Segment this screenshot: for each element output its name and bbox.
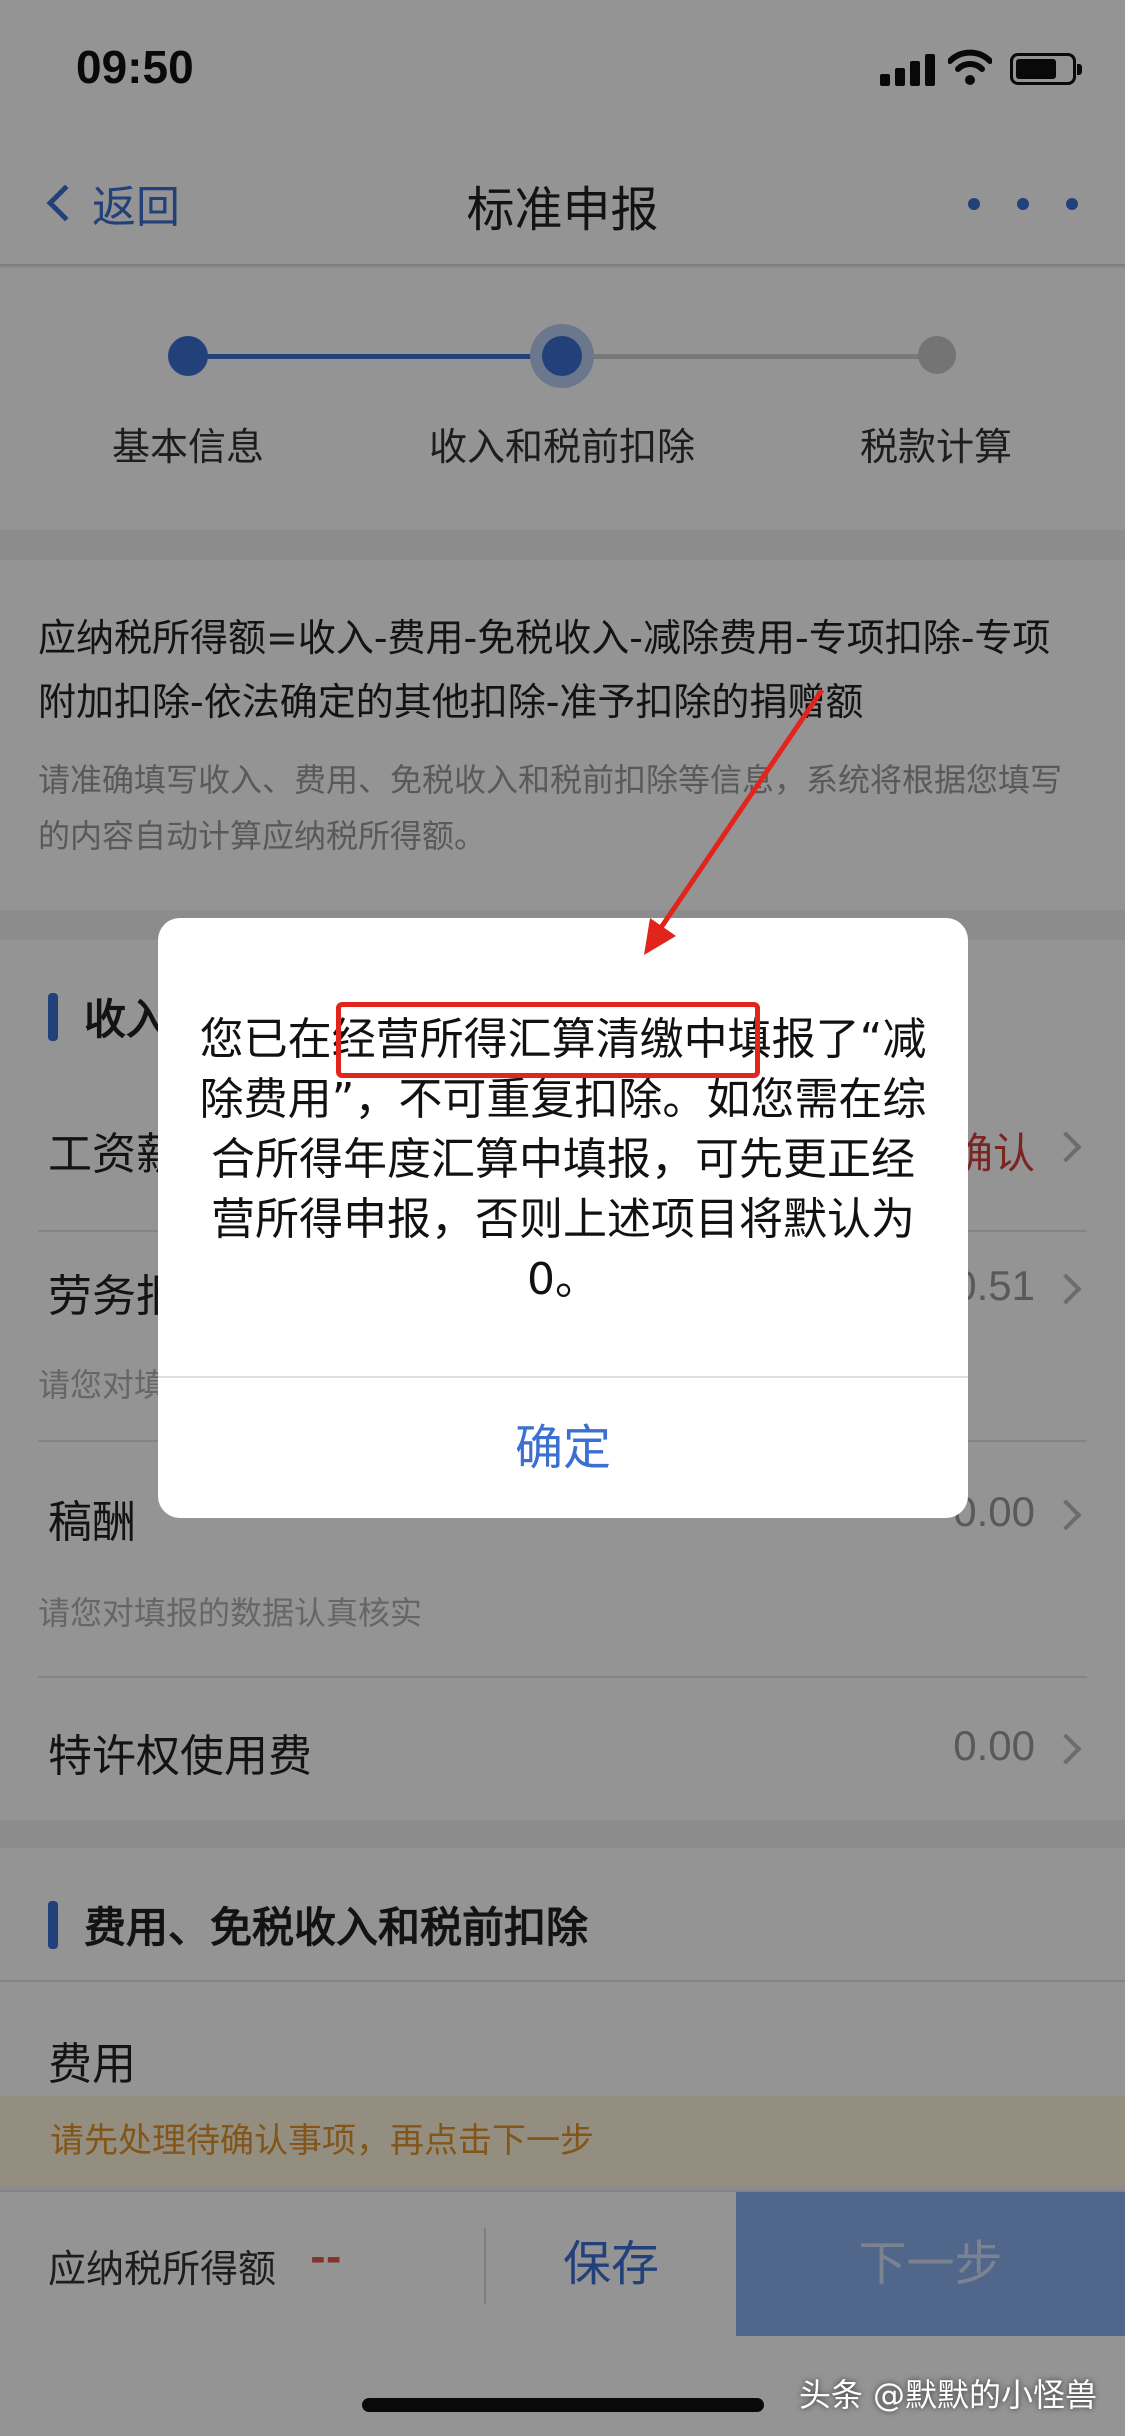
confirm-button[interactable]: 确定 (158, 1378, 968, 1518)
watermark: 头条 @默默的小怪兽 (798, 2376, 1097, 2414)
dialog-message-before: 您已在 (199, 1014, 332, 1065)
annotation-highlight-box (336, 1002, 760, 1078)
